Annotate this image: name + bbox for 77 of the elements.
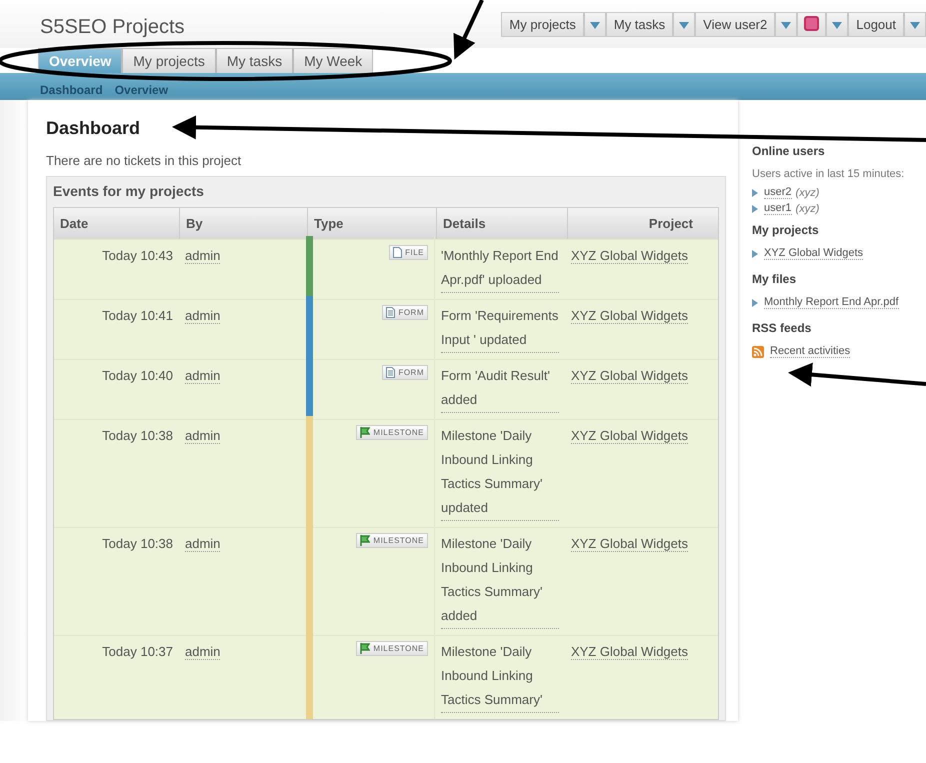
caret-icon xyxy=(679,21,690,29)
user-link[interactable]: admin xyxy=(185,428,220,444)
project-link[interactable]: XYZ Global Widgets xyxy=(764,247,864,260)
flag-icon xyxy=(360,643,370,654)
project-link[interactable]: XYZ Global Widgets xyxy=(570,308,688,324)
type-tag: FILE xyxy=(389,245,428,260)
user-link[interactable]: admin xyxy=(185,536,220,552)
type-tag: FORM xyxy=(382,305,428,320)
tab[interactable]: My tasks xyxy=(216,48,294,73)
project-link[interactable]: XYZ Global Widgets xyxy=(570,428,688,444)
caret-icon xyxy=(832,21,842,29)
user-note: (xyz) xyxy=(796,202,820,214)
panel-title: Events for my projects xyxy=(53,182,205,201)
caret-icon xyxy=(590,21,600,29)
type-tag: MILESTONE xyxy=(356,641,428,656)
section-title: Online users xyxy=(752,144,826,158)
column-header: Project xyxy=(648,215,694,233)
page-heading: Dashboard xyxy=(46,118,140,139)
user-note: (xyz) xyxy=(796,186,820,198)
menu-button[interactable]: My tasks xyxy=(606,12,674,37)
tab[interactable]: My projects xyxy=(122,48,216,73)
type-tag: MILESTONE xyxy=(356,533,428,548)
bullet-icon xyxy=(752,250,758,258)
user-link[interactable]: admin xyxy=(185,644,220,660)
file-link[interactable]: Monthly Report End Apr.pdf xyxy=(764,296,899,309)
user-link[interactable]: admin xyxy=(185,308,220,324)
caret-icon xyxy=(910,21,920,29)
date-text: Today 10:38 xyxy=(102,536,173,551)
notice-text: There are no tickets in this project xyxy=(46,153,242,168)
dropdown-button[interactable] xyxy=(673,12,696,37)
project-link[interactable]: XYZ Global Widgets xyxy=(570,368,688,384)
project-link[interactable]: XYZ Global Widgets xyxy=(570,536,688,552)
date-text: Today 10:37 xyxy=(102,644,173,659)
event-details-link[interactable]: 'Monthly Report End Apr.pdf' uploaded xyxy=(441,244,559,293)
date-text: Today 10:41 xyxy=(102,308,173,323)
project-link[interactable]: XYZ Global Widgets xyxy=(570,248,688,264)
user-link[interactable]: user1 xyxy=(764,202,792,215)
caret-icon xyxy=(781,21,792,29)
document-icon xyxy=(386,307,396,318)
date-text: Today 10:43 xyxy=(102,248,173,263)
menu-button[interactable]: My projects xyxy=(501,12,584,37)
annotation-arrow xyxy=(454,0,484,60)
app-icon-button[interactable] xyxy=(797,12,826,37)
site-title: S5SEO Projects xyxy=(40,15,185,40)
section-title: My files xyxy=(752,272,798,286)
dropdown-button[interactable] xyxy=(584,12,606,37)
tab[interactable]: My Week xyxy=(293,48,374,73)
flag-icon xyxy=(360,535,370,546)
dropdown-button[interactable] xyxy=(775,12,798,37)
user-link[interactable]: admin xyxy=(185,368,220,384)
event-details-link[interactable]: Form 'Audit Result' added xyxy=(441,364,559,413)
event-details-link[interactable]: Milestone 'Daily Inbound Linking Tactics Summary' updated xyxy=(441,424,559,521)
dropdown-button[interactable] xyxy=(904,12,926,37)
feed-link[interactable]: Recent activities xyxy=(770,345,850,358)
flag-icon xyxy=(360,427,370,438)
user-link[interactable]: user2 xyxy=(764,186,792,199)
bullet-icon xyxy=(752,298,758,306)
bullet-icon xyxy=(752,204,758,212)
dropdown-button[interactable] xyxy=(826,12,848,37)
rss-icon xyxy=(752,346,764,358)
bullet-icon xyxy=(752,188,758,196)
project-link[interactable]: XYZ Global Widgets xyxy=(570,644,688,660)
date-text: Today 10:38 xyxy=(102,428,173,443)
section-title: RSS feeds xyxy=(752,321,812,335)
event-details-link[interactable]: Milestone 'Daily Inbound Linking Tactics Summary' xyxy=(441,640,559,713)
user-link[interactable]: admin xyxy=(185,248,220,264)
section-title: My projects xyxy=(752,223,820,237)
type-tag: FORM xyxy=(382,365,428,380)
menu-button[interactable]: View user2 xyxy=(695,12,776,37)
menu-button[interactable]: Logout xyxy=(848,12,904,37)
event-details-link[interactable]: Form 'Requirements Input ' updated xyxy=(441,304,559,353)
online-note: Users active in last 15 minutes: xyxy=(752,168,904,180)
event-details-link[interactable]: Milestone 'Daily Inbound Linking Tactics Summary' added xyxy=(441,532,559,629)
document-icon xyxy=(393,247,402,258)
document-icon xyxy=(386,367,396,378)
type-tag: MILESTONE xyxy=(356,425,428,440)
date-text: Today 10:40 xyxy=(102,368,173,383)
